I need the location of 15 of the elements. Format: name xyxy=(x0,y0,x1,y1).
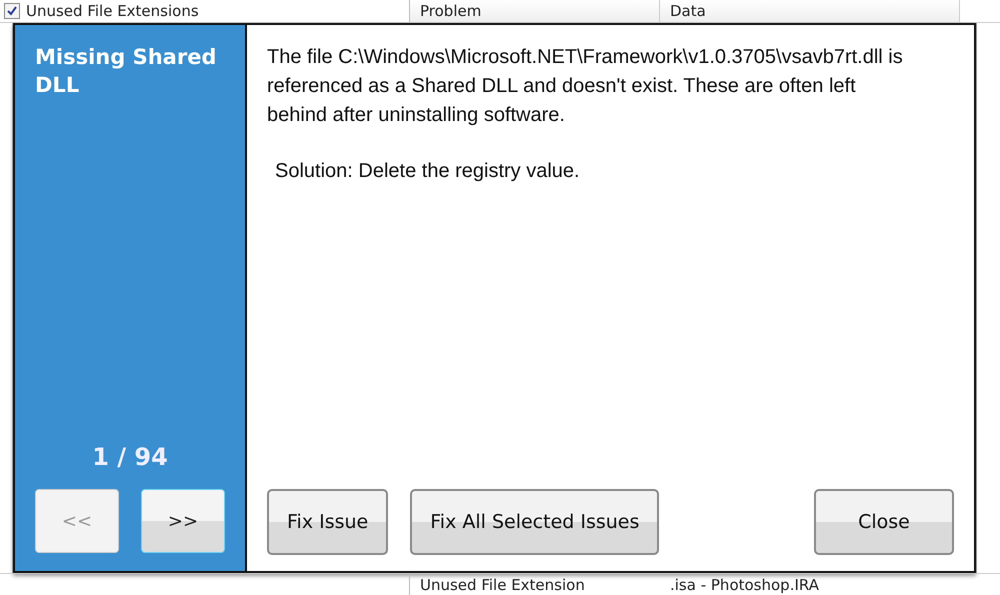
checkmark-icon xyxy=(6,5,18,17)
issue-message: The file C:\Windows\Microsoft.NET\Framework\v1.0.3705\vsavb7rt.dll is referenced as a Shared DLL and doesn't exist. These are often left behind after uninstalling software. xyxy=(267,45,904,128)
issue-counter: 1 / 94 xyxy=(91,443,169,471)
table-cell-text: Unused File Extension xyxy=(419,576,586,594)
column-header[interactable]: Problem xyxy=(410,0,660,22)
fix-all-button[interactable]: Fix All Selected Issues xyxy=(410,489,660,555)
issue-title: Missing Shared DLL xyxy=(35,44,218,99)
list-item-label: Unused File Extensions xyxy=(26,2,199,20)
fix-issue-button[interactable]: Fix Issue xyxy=(267,489,388,555)
solution-text: Solution: Delete the registry value. xyxy=(274,159,581,184)
checkbox[interactable] xyxy=(4,3,20,19)
column-header[interactable]: Data xyxy=(660,0,960,22)
table-cell-text: .isa - Photoshop.IRA xyxy=(669,576,820,594)
next-button[interactable]: >> xyxy=(141,489,225,553)
close-button[interactable]: Close xyxy=(814,489,954,555)
